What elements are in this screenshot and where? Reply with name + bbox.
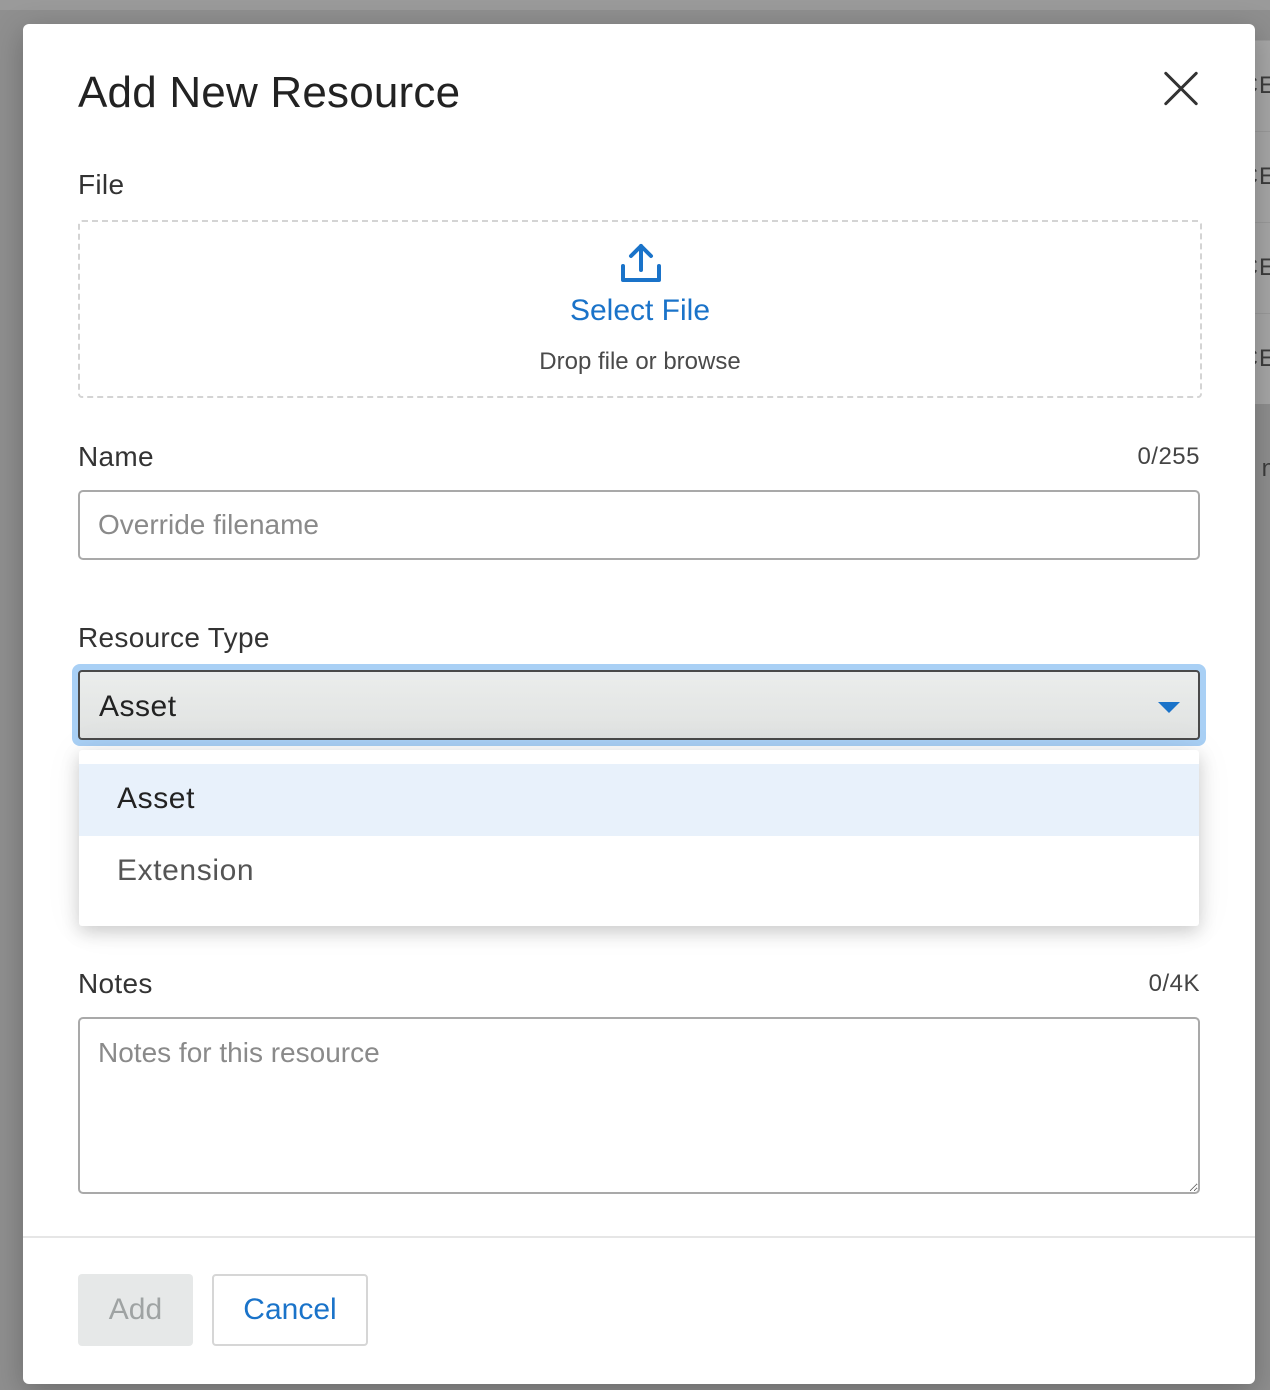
resource-type-option-asset[interactable]: Asset	[79, 764, 1199, 836]
notes-char-counter: 0/4K	[1148, 970, 1200, 997]
footer-divider	[23, 1236, 1255, 1238]
resource-type-select[interactable]: Asset	[78, 670, 1200, 740]
file-label: File	[78, 169, 125, 200]
background-text-fragment: n	[1261, 455, 1270, 482]
chevron-down-icon	[1158, 702, 1180, 713]
close-icon[interactable]	[1156, 64, 1206, 114]
resource-type-label: Resource Type	[78, 622, 270, 653]
name-label: Name	[78, 441, 154, 472]
name-char-counter: 0/255	[1137, 443, 1200, 470]
add-resource-dialog: Add New Resource File Select File Drop f…	[23, 24, 1255, 1384]
resource-type-selected-value: Asset	[99, 690, 177, 723]
background-top-strip	[0, 0, 1270, 10]
name-input[interactable]	[78, 490, 1200, 560]
select-file-link[interactable]: Select File	[80, 294, 1200, 328]
upload-icon	[621, 244, 661, 282]
add-button[interactable]: Add	[78, 1274, 193, 1346]
notes-label: Notes	[78, 968, 153, 999]
dialog-title: Add New Resource	[78, 68, 461, 117]
drop-file-hint: Drop file or browse	[539, 348, 741, 375]
option-label: Asset	[117, 782, 196, 815]
notes-textarea[interactable]	[78, 1017, 1200, 1194]
resource-type-dropdown-menu: Asset Extension	[79, 750, 1199, 926]
cancel-button[interactable]: Cancel	[212, 1274, 368, 1346]
file-dropzone[interactable]: Select File Drop file or browse	[78, 220, 1202, 398]
option-label: Extension	[117, 854, 255, 887]
resource-type-option-extension[interactable]: Extension	[79, 836, 1199, 908]
resource-type-focus-ring: Asset	[72, 664, 1206, 746]
